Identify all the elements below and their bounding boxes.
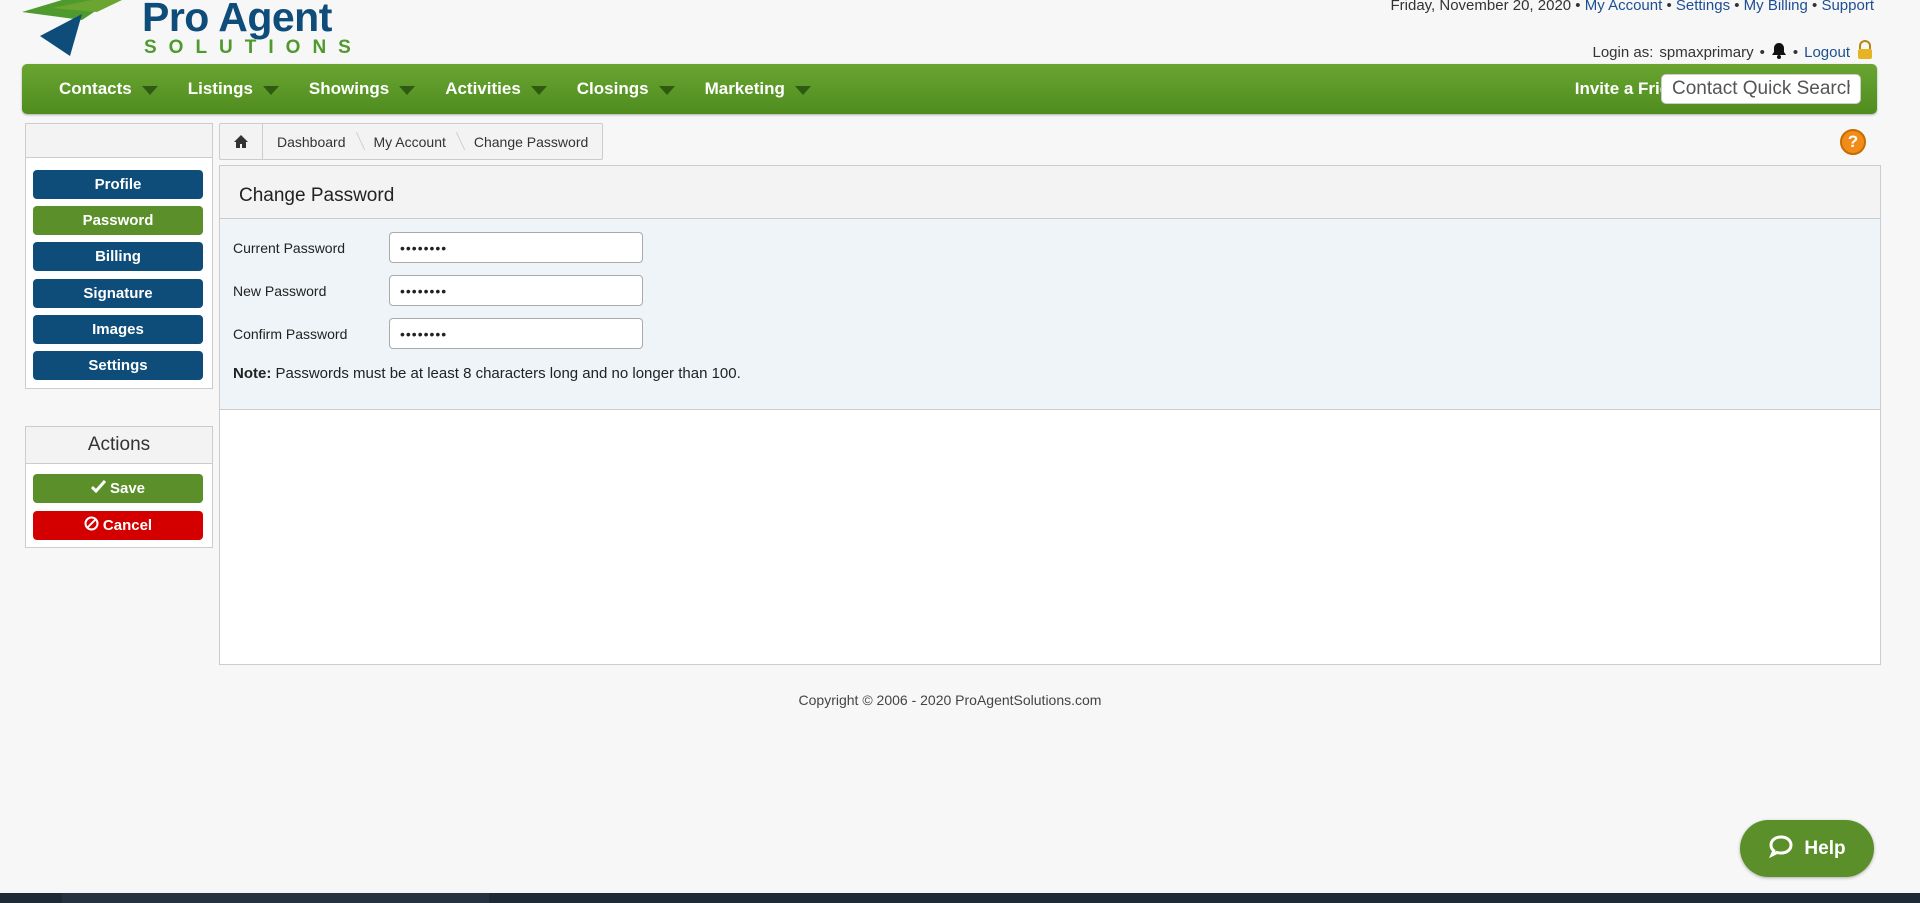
cancel-label: Cancel bbox=[102, 517, 153, 534]
current-password-label: Current Password bbox=[233, 240, 346, 256]
copyright: Copyright © 2006 - 2020 ProAgentSolution… bbox=[798, 692, 1102, 708]
contact-quick-search-input[interactable] bbox=[1661, 74, 1861, 104]
check-icon bbox=[90, 479, 107, 497]
nav-label: Activities bbox=[445, 79, 521, 98]
login-prefix: Login as: bbox=[1592, 43, 1654, 61]
help-chat-label: Help bbox=[1804, 837, 1846, 859]
nav-label: Showings bbox=[308, 79, 390, 98]
current-password-input[interactable]: •••••••• bbox=[389, 232, 643, 263]
caret-down-icon bbox=[794, 86, 811, 95]
username: spmaxprimary bbox=[1659, 43, 1754, 61]
nav-showings[interactable]: Showings bbox=[309, 64, 445, 114]
login-line: Login as: spmaxprimary • • Logout bbox=[1593, 40, 1875, 64]
taskbar-segment bbox=[62, 893, 489, 903]
sidebar-item-billing[interactable]: Billing bbox=[33, 242, 203, 271]
account-sidebar: Profile Password Billing Signature Image… bbox=[25, 123, 213, 389]
home-icon[interactable] bbox=[220, 124, 263, 159]
change-password-panel: Change Password Current Password •••••••… bbox=[219, 165, 1881, 665]
password-note: Note: Passwords must be at least 8 chara… bbox=[233, 365, 741, 382]
help-question-icon[interactable]: ? bbox=[1840, 129, 1866, 155]
logo-house-icon bbox=[22, 0, 122, 56]
sidebar-item-password[interactable]: Password bbox=[33, 206, 203, 235]
nav-closings[interactable]: Closings bbox=[577, 64, 705, 114]
sidebar-header bbox=[26, 124, 212, 158]
lock-icon bbox=[1856, 40, 1874, 64]
taskbar bbox=[0, 893, 1920, 903]
caret-down-icon bbox=[530, 86, 547, 95]
caret-down-icon bbox=[399, 86, 416, 95]
nav-marketing[interactable]: Marketing bbox=[705, 64, 841, 114]
confirm-password-label: Confirm Password bbox=[233, 326, 348, 342]
nav-label: Closings bbox=[576, 79, 649, 98]
sidebar-item-settings[interactable]: Settings bbox=[33, 351, 203, 380]
sidebar-item-profile[interactable]: Profile bbox=[33, 170, 203, 199]
note-text: Passwords must be at least 8 characters … bbox=[275, 365, 741, 382]
page-title: Change Password bbox=[239, 185, 395, 206]
nav-label: Marketing bbox=[704, 79, 785, 98]
breadcrumb-change-password: Change Password bbox=[473, 133, 589, 150]
breadcrumb-my-account[interactable]: My Account bbox=[360, 124, 460, 159]
breadcrumb: Dashboard My Account Change Password bbox=[219, 123, 604, 160]
ban-icon bbox=[84, 516, 99, 535]
nav-activities[interactable]: Activities bbox=[445, 64, 577, 114]
logout-link[interactable]: Logout bbox=[1804, 44, 1850, 61]
new-password-input[interactable]: •••••••• bbox=[389, 275, 643, 306]
actions-panel: Actions Save Cancel bbox=[25, 426, 213, 548]
new-password-label: New Password bbox=[233, 283, 327, 299]
bell-icon[interactable] bbox=[1771, 42, 1787, 63]
password-form: Current Password •••••••• New Password •… bbox=[220, 219, 1880, 410]
top-links: Friday, November 20, 2020 • My Account •… bbox=[1390, 0, 1874, 14]
help-chat-button[interactable]: Help bbox=[1740, 820, 1874, 877]
current-date: Friday, November 20, 2020 bbox=[1390, 0, 1572, 14]
sidebar-item-signature[interactable]: Signature bbox=[33, 279, 203, 308]
caret-down-icon bbox=[141, 86, 158, 95]
logo[interactable]: Pro Agent SOLUTIONS bbox=[22, 0, 351, 58]
link-settings[interactable]: Settings bbox=[1676, 0, 1730, 14]
caret-down-icon bbox=[262, 86, 279, 95]
link-support[interactable]: Support bbox=[1821, 0, 1874, 14]
nav-label: Contacts bbox=[59, 79, 132, 98]
actions-title: Actions bbox=[26, 427, 212, 464]
save-label: Save bbox=[109, 480, 146, 497]
confirm-password-input[interactable]: •••••••• bbox=[389, 318, 643, 349]
chat-bubble-icon bbox=[1768, 834, 1794, 864]
logo-title: Pro Agent bbox=[142, 0, 332, 40]
nav-contacts[interactable]: Contacts bbox=[59, 64, 188, 114]
panel-header: Change Password bbox=[220, 166, 1880, 219]
breadcrumb-dashboard[interactable]: Dashboard bbox=[263, 124, 360, 159]
save-button[interactable]: Save bbox=[33, 474, 203, 503]
link-my-account[interactable]: My Account bbox=[1585, 0, 1663, 14]
nav-listings[interactable]: Listings bbox=[188, 64, 309, 114]
caret-down-icon bbox=[658, 86, 675, 95]
cancel-button[interactable]: Cancel bbox=[33, 511, 203, 540]
note-label: Note: bbox=[233, 365, 272, 382]
main-nav: Contacts Listings Showings Activities Cl… bbox=[22, 64, 1877, 114]
sidebar-item-images[interactable]: Images bbox=[33, 315, 203, 344]
link-my-billing[interactable]: My Billing bbox=[1744, 0, 1808, 14]
nav-label: Listings bbox=[187, 79, 253, 98]
logo-subtitle: SOLUTIONS bbox=[144, 37, 363, 58]
